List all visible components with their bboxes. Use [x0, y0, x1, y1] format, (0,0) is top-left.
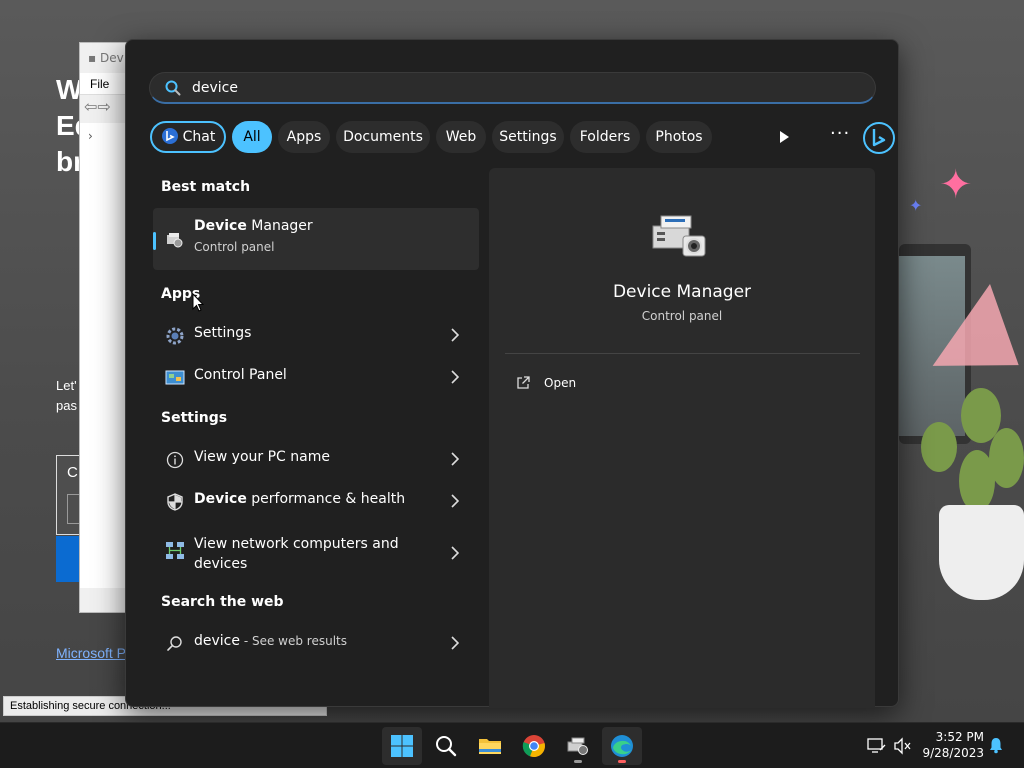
chevron-right-icon	[451, 546, 459, 560]
chevron-right-icon	[451, 328, 459, 342]
app-settings[interactable]: Settings	[153, 315, 479, 355]
filter-all[interactable]: All	[232, 121, 272, 153]
clock-time: 3:52 PM	[935, 730, 984, 744]
open-action-label: Open	[544, 376, 577, 390]
device-manager-title: ▪ Dev	[88, 51, 124, 65]
section-search-web: Search the web	[161, 594, 284, 610]
preview-divider	[505, 353, 860, 354]
taskbar-search-button[interactable]	[426, 727, 466, 765]
edge-button[interactable]	[602, 727, 642, 765]
setting-device-performance[interactable]: Device performance & health	[153, 481, 479, 521]
search-icon	[167, 636, 182, 651]
gear-icon	[166, 327, 184, 345]
running-indicator	[574, 760, 582, 763]
filter-settings[interactable]: Settings	[492, 121, 564, 153]
taskbar: 3:52 PM 9/28/2023	[0, 722, 1024, 768]
device-manager-toolbar: ⇦⇨	[80, 97, 128, 121]
search-icon	[436, 736, 457, 757]
bing-chat-icon	[161, 127, 178, 144]
control-panel-icon	[165, 370, 185, 385]
shield-icon	[167, 493, 183, 511]
sparkle-small-icon: ✦	[909, 196, 923, 215]
background-link[interactable]: Microsoft P	[56, 645, 126, 661]
scroll-filters-icon[interactable]	[776, 129, 792, 145]
menu-file[interactable]: File	[90, 77, 109, 91]
sparkle-icon: ✦	[939, 162, 973, 208]
app-control-panel[interactable]: Control Panel	[153, 357, 479, 397]
desktop-decor: ✦ ✦	[899, 160, 1024, 610]
preview-pane: Device Manager Control panel Open	[489, 168, 875, 708]
expand-chevron-icon[interactable]: ›	[88, 129, 93, 143]
web-result-label: device - See web results	[194, 633, 347, 649]
section-settings: Settings	[161, 410, 228, 426]
web-result-device[interactable]: device - See web results	[153, 623, 479, 663]
filter-photos[interactable]: Photos	[646, 121, 712, 153]
app-control-panel-label: Control Panel	[194, 367, 287, 383]
chevron-right-icon	[451, 370, 459, 384]
back-arrow-icon[interactable]: ⇦	[84, 97, 97, 116]
best-match-title: Device Manager	[194, 218, 313, 234]
bing-icon[interactable]	[862, 121, 896, 155]
system-clock[interactable]: 3:52 PM 9/28/2023	[920, 729, 984, 761]
device-manager-icon	[567, 737, 588, 755]
setting-view-network-computers[interactable]: View network computers and devices	[153, 527, 479, 575]
device-manager-taskbar-button[interactable]	[558, 727, 598, 765]
cactus-pad	[921, 422, 957, 472]
active-indicator	[618, 760, 626, 763]
search-box[interactable]	[149, 72, 876, 104]
start-search-panel: Chat All Apps Documents Web Settings Fol…	[125, 39, 899, 708]
start-button[interactable]	[382, 727, 422, 765]
chevron-right-icon	[451, 452, 459, 466]
network-display-icon[interactable]	[866, 736, 886, 756]
notification-bell-icon[interactable]	[987, 736, 1005, 754]
best-match-device-manager[interactable]: Device Manager Control panel	[153, 208, 479, 270]
search-icon	[165, 80, 181, 96]
chrome-button[interactable]	[514, 727, 554, 765]
chrome-icon	[522, 735, 545, 758]
setting-view-pc-name[interactable]: View your PC name	[153, 439, 479, 479]
more-options-icon[interactable]: ···	[830, 123, 850, 144]
section-best-match: Best match	[161, 179, 251, 195]
filter-web[interactable]: Web	[436, 121, 486, 153]
folder-icon	[479, 739, 501, 754]
device-manager-large-icon	[652, 215, 706, 257]
setting-view-pc-name-label: View your PC name	[194, 449, 330, 465]
chevron-right-icon	[451, 494, 459, 508]
preview-title: Device Manager	[612, 282, 752, 302]
chevron-right-icon	[451, 636, 459, 650]
edge-icon	[611, 735, 633, 757]
app-settings-label: Settings	[194, 325, 252, 341]
open-external-icon	[517, 376, 530, 389]
setting-view-network-computers-label: View network computers and devices	[194, 536, 399, 572]
search-input[interactable]	[192, 78, 852, 98]
device-tree: ›	[80, 123, 128, 588]
clock-date: 9/28/2023	[922, 746, 984, 760]
volume-muted-icon[interactable]	[892, 736, 912, 756]
computer-icon: ▪	[88, 51, 97, 65]
device-manager-icon	[167, 233, 183, 248]
mouse-cursor-icon	[192, 293, 204, 312]
background-box-label: C	[67, 464, 78, 481]
windows-logo-icon	[391, 735, 413, 757]
filter-chat[interactable]: Chat	[150, 121, 226, 153]
setting-device-performance-label: Device performance & health	[194, 491, 406, 507]
preview-type: Control panel	[641, 309, 723, 323]
network-computers-icon	[166, 542, 184, 559]
device-manager-menu: File	[80, 73, 128, 95]
cactus-pad	[959, 450, 995, 512]
plant-pot-image	[939, 505, 1024, 600]
info-icon	[166, 451, 184, 469]
device-manager-window[interactable]: ▪ Dev File ⇦⇨ ›	[79, 42, 129, 613]
file-explorer-button[interactable]	[470, 727, 510, 765]
forward-arrow-icon[interactable]: ⇨	[97, 97, 110, 116]
filter-documents[interactable]: Documents	[336, 121, 430, 153]
filter-apps[interactable]: Apps	[278, 121, 330, 153]
best-match-subtitle: Control panel	[194, 240, 275, 254]
filter-folders[interactable]: Folders	[570, 121, 640, 153]
